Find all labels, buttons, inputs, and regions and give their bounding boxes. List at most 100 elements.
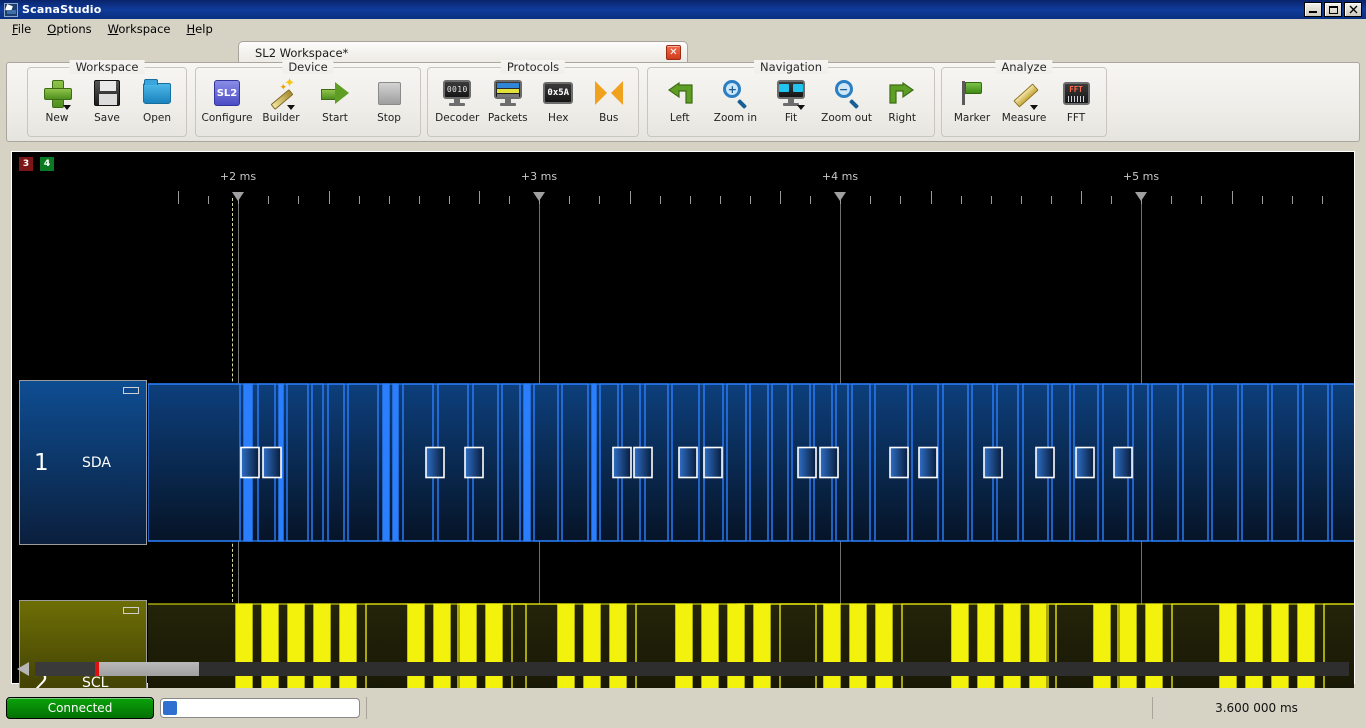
waveform-pulse (393, 384, 398, 541)
ribbon-button-decoder[interactable]: 0010 Decoder (432, 74, 483, 124)
close-button[interactable] (1344, 2, 1362, 17)
ribbon-button-hex[interactable]: 0x5A Hex (533, 74, 584, 124)
decoded-marker (613, 448, 631, 478)
ribbon-button-new-label: New (46, 112, 69, 124)
channel-row-sda[interactable]: 1 SDA (12, 380, 1354, 545)
ribbon-button-new[interactable]: New (32, 74, 82, 124)
ribbon-button-fit[interactable]: Fit (763, 74, 819, 124)
scrollbar-thumb[interactable] (99, 662, 199, 676)
time-ruler[interactable]: +2 ms+3 ms+4 ms+5 ms (12, 170, 1354, 204)
channel-name: SDA (82, 455, 111, 471)
ribbon-button-zoom-out[interactable]: − Zoom out (819, 74, 875, 124)
channel-plot-sda[interactable] (148, 380, 1354, 545)
cursor-handle[interactable] (533, 192, 545, 201)
scrollbar-track[interactable] (35, 662, 1349, 676)
ruler-tick (1051, 196, 1052, 204)
ribbon-button-zoom-in[interactable]: + Zoom in (708, 74, 764, 124)
horizontal-scrollbar[interactable] (17, 660, 1349, 678)
menubar: FFileile Options Workspace Help (0, 19, 1366, 39)
group-title-analyze: Analyze (995, 60, 1052, 74)
decoded-marker (634, 448, 652, 478)
monitor-packets-icon (492, 77, 524, 109)
menu-workspace[interactable]: Workspace (100, 20, 179, 38)
cursor-handle[interactable] (1135, 192, 1147, 201)
cursor-handle[interactable] (232, 192, 244, 201)
ruler-tick (660, 196, 661, 204)
green-arrow-icon (319, 77, 351, 109)
ruler-tick (1171, 196, 1172, 204)
step-left-icon (664, 77, 696, 109)
cursor-handle[interactable] (834, 192, 846, 201)
ribbon-group-analyze: Analyze Marker Measure FFT (941, 67, 1107, 137)
ribbon-button-packets-label: Packets (488, 112, 528, 124)
ribbon-button-start[interactable]: Start (308, 74, 362, 124)
ribbon-button-stop[interactable]: Stop (362, 74, 416, 124)
ruler-tick (1292, 196, 1293, 204)
ruler-tick (569, 196, 570, 204)
ribbon-button-bus[interactable]: Bus (584, 74, 635, 124)
stop-square-icon (373, 77, 405, 109)
menu-help[interactable]: Help (179, 20, 221, 38)
ribbon-button-left[interactable]: Left (652, 74, 708, 124)
ribbon-button-builder[interactable]: ✦✦ Builder (254, 74, 308, 124)
ribbon-button-save[interactable]: Save (82, 74, 132, 124)
maximize-button[interactable] (1324, 2, 1342, 17)
ribbon-button-packets[interactable]: Packets (483, 74, 534, 124)
ruler-tick (1021, 196, 1022, 204)
ribbon-button-open[interactable]: Open (132, 74, 182, 124)
ruler-tick (1322, 196, 1323, 204)
channel-header-sda[interactable]: 1 SDA (19, 380, 147, 545)
ruler-tick (1081, 191, 1082, 204)
ribbon-button-stop-label: Stop (377, 112, 401, 124)
decoded-marker (820, 448, 838, 478)
step-right-icon (886, 77, 918, 109)
group-title-protocols: Protocols (501, 60, 565, 74)
decoded-marker (798, 448, 816, 478)
ruler-tick (810, 196, 811, 204)
tab-label: SL2 Workspace* (255, 46, 666, 60)
minimize-button[interactable] (1304, 2, 1322, 17)
sl2-device-icon: SL2 (211, 77, 243, 109)
ruler-tick (268, 196, 269, 204)
tabstrip: SL2 Workspace* ✕ (6, 39, 1360, 63)
ribbon-button-configure-label: Configure (202, 112, 253, 124)
ribbon-button-marker[interactable]: Marker (946, 74, 998, 124)
ribbon-group-protocols: Protocols 0010 Decoder (427, 67, 639, 137)
ribbon-button-fft[interactable]: FFT FFT (1050, 74, 1102, 124)
ribbon-button-left-label: Left (670, 112, 690, 124)
progress-fill (163, 701, 177, 715)
chevron-down-icon (1030, 105, 1038, 110)
ribbon-button-configure[interactable]: SL2 Configure (200, 74, 254, 124)
ribbon-group-device: Device SL2 Configure ✦✦ Builder Start (195, 67, 421, 137)
ribbon: Workspace New Save Open (6, 62, 1360, 142)
ruler-tick (298, 196, 299, 204)
channel-grip-icon[interactable] (123, 607, 139, 614)
ruler-icon (1008, 77, 1040, 109)
decoded-marker (1076, 448, 1094, 478)
ruler-tick (389, 196, 390, 204)
folder-icon (141, 77, 173, 109)
ribbon-button-marker-label: Marker (954, 112, 990, 124)
ribbon-button-measure[interactable]: Measure (998, 74, 1050, 124)
hex-0x5a-icon: 0x5A (542, 77, 574, 109)
status-badge-connection[interactable]: Connected (6, 697, 154, 719)
ruler-tick (870, 196, 871, 204)
waveform-panel[interactable]: 3 4 +2 ms+3 ms+4 ms+5 ms TRG 1 SDA 2 SCL (11, 151, 1355, 684)
ribbon-button-right[interactable]: Right (874, 74, 930, 124)
scroll-left-arrow-icon[interactable] (17, 662, 29, 676)
ribbon-button-builder-label: Builder (262, 112, 299, 124)
ruler-tick (991, 196, 992, 204)
menu-options[interactable]: Options (39, 20, 99, 38)
channel-grip-icon[interactable] (123, 387, 139, 394)
tab-close-icon[interactable]: ✕ (666, 45, 681, 60)
app-logo-icon (4, 3, 18, 17)
menu-file[interactable]: FFileile (4, 20, 39, 38)
ribbon-button-zoom-in-label: Zoom in (714, 112, 757, 124)
ruler-tick (359, 196, 360, 204)
ribbon-button-bus-label: Bus (599, 112, 618, 124)
ribbon-group-navigation: Navigation Left + Zoom in (647, 67, 935, 137)
waveform-pulse (383, 384, 389, 541)
ruler-tick (178, 191, 179, 204)
window-controls (1304, 2, 1362, 17)
decoded-marker (465, 448, 483, 478)
